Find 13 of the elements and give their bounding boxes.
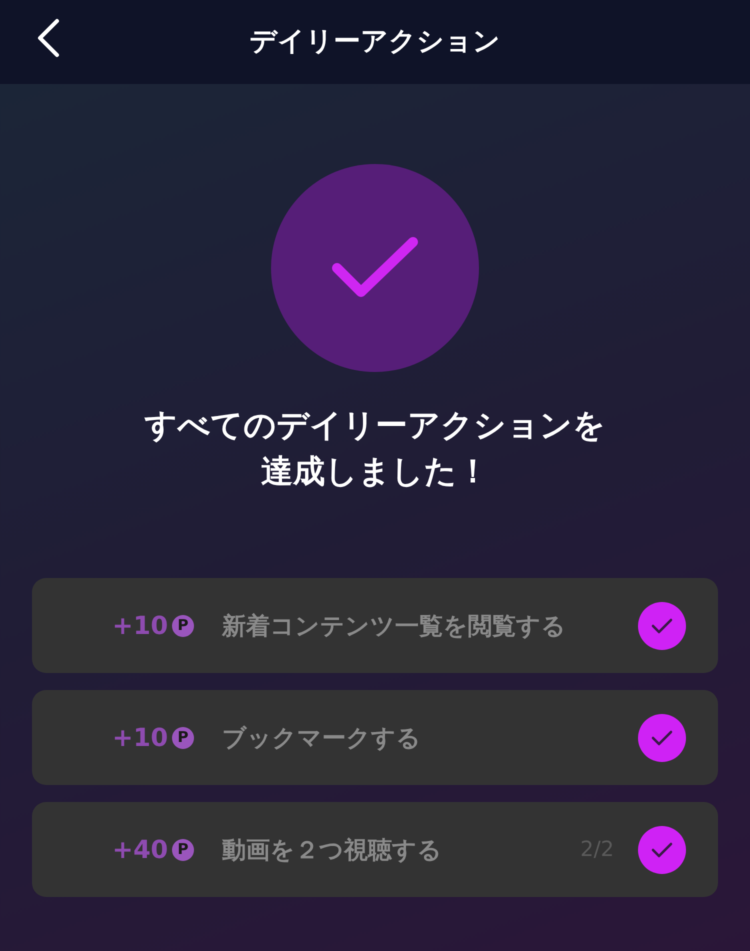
points-value: +10 [112,610,168,642]
checkmark-icon [331,236,419,300]
point-coin-icon: P [172,614,194,636]
action-label: 新着コンテンツ一覧を閲覧する [222,610,567,642]
completion-message: 達成しました！ [261,451,489,492]
point-coin-icon: P [172,838,194,860]
points-value: +40 [112,834,168,866]
action-label: 動画を２つ視聴する [222,834,443,866]
points-value: +10 [112,722,168,754]
point-coin-icon: P [172,726,194,748]
completion-message: すべてのデイリーアクションを [144,405,606,446]
page-title: デイリーアクション [250,24,500,59]
action-label: ブックマークする [222,722,422,754]
